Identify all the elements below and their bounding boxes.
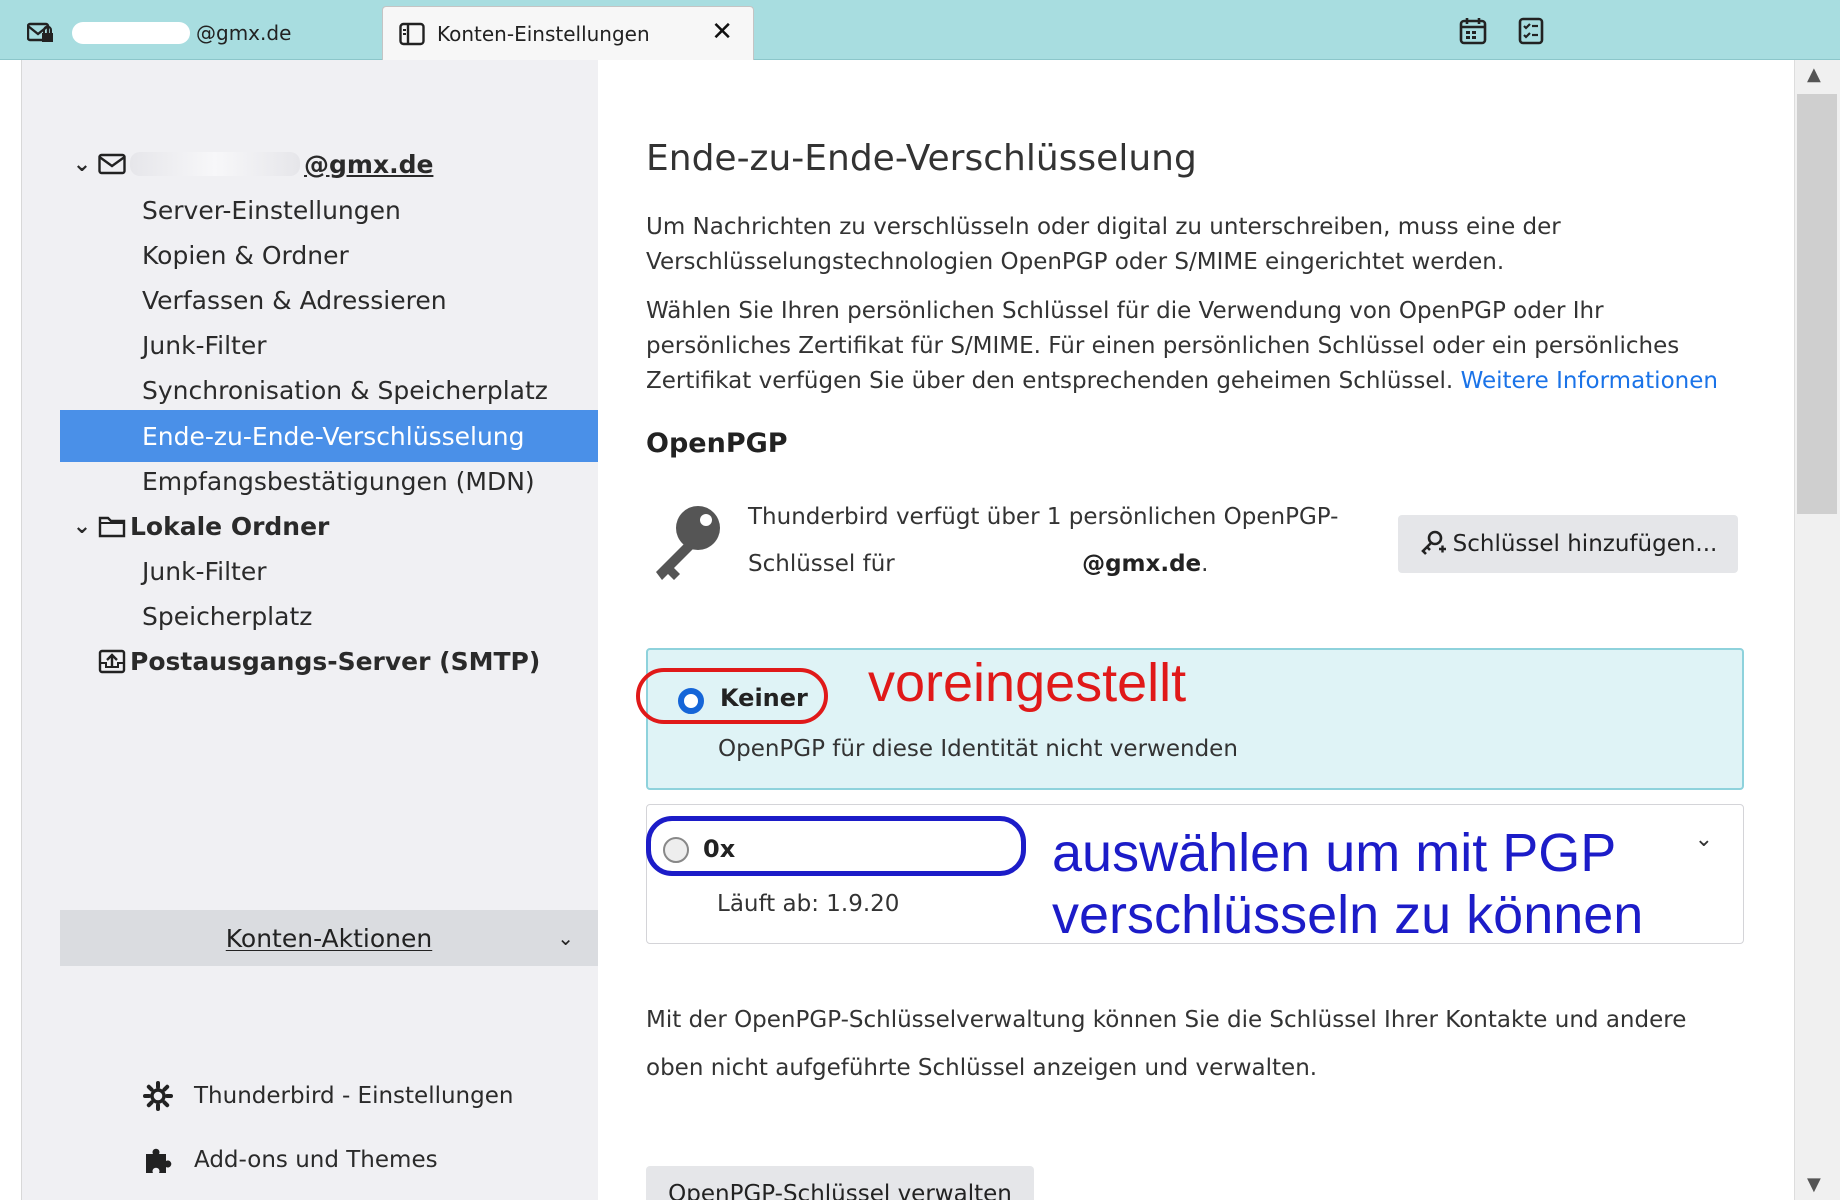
vertical-scrollbar[interactable]: ▲ ▼ xyxy=(1794,60,1840,1200)
thunderbird-settings-link[interactable]: Thunderbird - Einstellungen xyxy=(140,1076,513,1116)
addons-themes-link[interactable]: Add-ons und Themes xyxy=(140,1140,438,1180)
folder-icon xyxy=(98,513,128,539)
close-icon[interactable]: ✕ xyxy=(711,17,733,47)
thunderbird-settings-label: Thunderbird - Einstellungen xyxy=(194,1083,514,1109)
option-key-expiry-label: Läuft ab: 1 xyxy=(717,891,841,917)
scroll-down-icon[interactable]: ▼ xyxy=(1807,1174,1821,1195)
annotation-blue-text: auswählen um mit PGP verschlüsseln zu kö… xyxy=(1052,823,1644,945)
account-actions-label: Konten-Aktionen xyxy=(225,923,433,953)
chevron-down-icon[interactable]: ⌄ xyxy=(70,152,94,177)
openpgp-heading: OpenPGP xyxy=(646,428,788,459)
key-info-email: @gmx.de xyxy=(1082,551,1202,577)
key-icon xyxy=(656,506,720,580)
tab-account-settings[interactable]: Konten-Einstellungen ✕ xyxy=(382,6,754,60)
more-info-link[interactable]: Weitere Informationen xyxy=(1461,368,1718,394)
intro-paragraph: Um Nachrichten zu verschlüsseln oder dig… xyxy=(646,214,1561,275)
sidebar-item-smtp[interactable]: Postausgangs-Server (SMTP) xyxy=(98,635,540,687)
tasks-icon[interactable] xyxy=(1516,16,1546,46)
add-key-icon xyxy=(1419,529,1449,559)
mail-lock-icon xyxy=(26,18,56,48)
main-content: Ende-zu-Ende-Verschlüsselung Um Nachrich… xyxy=(598,60,1794,1200)
gear-icon xyxy=(140,1078,176,1114)
sidebar-smtp-label: Postausgangs-Server (SMTP) xyxy=(130,646,541,676)
sidebar: ⌄ @gmx.de Server-Einstellungen Kopien & … xyxy=(22,60,598,1200)
redacted-email xyxy=(902,551,1083,571)
manage-keys-text: Mit der OpenPGP-Schlüsselverwaltung könn… xyxy=(646,1007,1687,1081)
chevron-down-icon[interactable]: ⌄ xyxy=(70,514,94,539)
key-info-text: Thunderbird verfügt über 1 persönlichen … xyxy=(748,504,1339,577)
key-selection-paragraph: Wählen Sie Ihren persönlichen Schlüssel … xyxy=(646,294,1746,399)
sidebar-account-gmx[interactable]: ⌄ @gmx.de xyxy=(70,138,434,190)
account-actions-button[interactable]: Konten-Aktionen ⌄ xyxy=(60,910,598,966)
chevron-down-icon: ⌄ xyxy=(557,926,574,950)
manage-keys-button[interactable]: OpenPGP-Schlüssel verwalten xyxy=(646,1166,1034,1200)
tab-mail[interactable]: @gmx.de xyxy=(16,6,378,60)
option-key-expiry-date: .9.20 xyxy=(840,891,900,917)
annotation-red-text: voreingestellt xyxy=(868,653,1187,713)
tab-mail-label: @gmx.de xyxy=(196,21,292,45)
annotation-red-circle xyxy=(636,668,828,724)
redacted-account-name xyxy=(130,152,300,176)
calendar-icon[interactable] xyxy=(1458,16,1488,46)
add-key-button[interactable]: Schlüssel hinzufügen... xyxy=(1398,515,1738,573)
tab-account-settings-label: Konten-Einstellungen xyxy=(437,21,650,46)
option-key-expiry: Läuft ab: 1.9.20 xyxy=(717,891,899,917)
redacted-username xyxy=(72,22,190,44)
sidebar-account-label: @gmx.de xyxy=(304,149,434,179)
mail-icon xyxy=(98,151,128,177)
scroll-up-icon[interactable]: ▲ xyxy=(1807,64,1821,85)
addons-themes-label: Add-ons und Themes xyxy=(194,1147,438,1173)
add-key-label: Schlüssel hinzufügen... xyxy=(1452,531,1718,557)
settings-page-icon xyxy=(397,19,427,49)
puzzle-icon xyxy=(140,1142,176,1178)
annotation-blue-circle xyxy=(646,816,1026,876)
tab-bar: @gmx.de Konten-Einstellungen ✕ xyxy=(0,0,1840,60)
window-edge xyxy=(0,60,22,1200)
outbox-icon xyxy=(98,648,128,674)
page-title: Ende-zu-Ende-Verschlüsselung xyxy=(646,138,1197,179)
scrollbar-thumb[interactable] xyxy=(1797,94,1837,514)
option-none-desc: OpenPGP für diese Identität nicht verwen… xyxy=(718,736,1238,762)
sidebar-local-folders-label: Lokale Ordner xyxy=(130,511,330,541)
sidebar-item-sync-storage[interactable]: Synchronisation & Speicherplatz xyxy=(142,364,548,416)
